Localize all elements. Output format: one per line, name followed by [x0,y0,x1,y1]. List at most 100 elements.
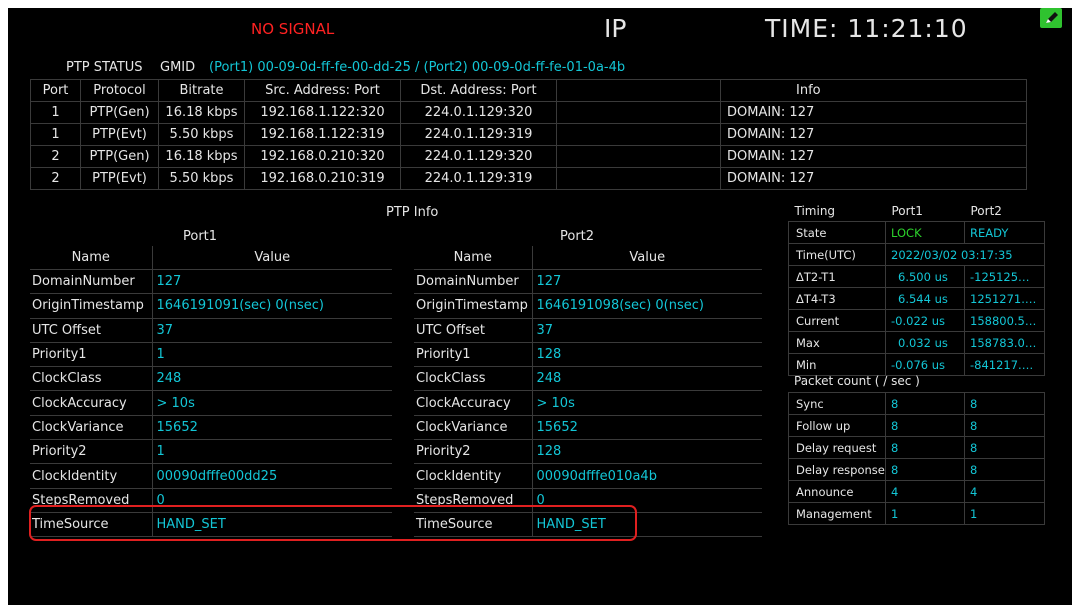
field-value: 15652 [532,415,762,441]
table-row: 2 PTP(Gen) 16.18 kbps 192.168.0.210:320 … [30,145,1027,168]
gmid-label: GMID [160,60,196,75]
field-value: > 10s [532,390,762,416]
table-row: DomainNumber 127 [414,269,762,295]
col-info: Info [720,79,1027,102]
cell-dst: 224.0.1.129:319 [400,123,557,146]
cell-bitrate: 5.50 kbps [158,167,245,190]
port1-label: Port1 [183,229,218,244]
packet-name: Follow up [788,414,886,437]
field-value: 127 [152,269,392,295]
port2-label: Port2 [560,229,595,244]
field-name: Priority1 [414,342,533,368]
table-row: DomainNumber 127 [30,269,392,295]
table-row: ClockClass 248 [414,366,762,392]
field-name: OriginTimestamp [414,293,533,319]
col-dst: Dst. Address: Port [400,79,557,102]
packet-port1: 8 [885,414,965,437]
timing-value-port2: 1251271.… [964,287,1045,310]
timing-name: Min [788,353,886,376]
table-row: ClockAccuracy > 10s [414,390,762,416]
table-row: Time(UTC) 2022/03/02 03:17:35 [788,243,1045,266]
cell-src: 192.168.0.210:319 [244,167,401,190]
field-value: 248 [532,366,762,392]
field-name: ClockAccuracy [414,390,533,416]
field-name: DomainNumber [30,269,153,295]
cell-blank [556,123,721,146]
table-header-row: Port Protocol Bitrate Src. Address: Port… [30,79,1027,102]
field-name: Priority2 [30,439,153,465]
monitor-screen: NO SIGNAL IP TIME: 11:21:10 PTP STATUS G… [8,8,1072,605]
timing-name: Current [788,309,886,332]
field-name: ClockIdentity [30,463,153,489]
timing-value-port2: 158783.0… [964,331,1045,354]
table-header-row: Timing Port1 Port2 [789,200,1045,222]
table-row: 1 PTP(Gen) 16.18 kbps 192.168.1.122:320 … [30,101,1027,124]
field-value: 00090dfffe010a4b [532,463,762,489]
table-row: ClockClass 248 [30,366,392,392]
timing-name: Time(UTC) [788,243,886,266]
timesource-highlight-box [29,505,637,541]
packet-name: Delay request [788,436,886,459]
table-row: Sync 8 8 [788,392,1045,415]
cell-info: DOMAIN: 127 [720,167,1027,190]
timing-state-port1: LOCK [885,221,965,244]
table-row: Delay response 8 8 [788,458,1045,481]
packet-name: Sync [788,392,886,415]
field-value: 1 [152,439,392,465]
signal-status: NO SIGNAL [251,20,335,38]
packet-name: Announce [788,480,886,503]
col-port: Port [30,79,81,102]
field-value: > 10s [152,390,392,416]
cell-port: 1 [30,123,81,146]
cell-protocol: PTP(Evt) [80,123,159,146]
value-header: Value [152,246,392,270]
field-name: ClockClass [414,366,533,392]
packet-count-title: Packet count ( / sec ) [794,374,920,388]
cell-protocol: PTP(Gen) [80,145,159,168]
table-row: Current -0.022 us 158800.5… [788,309,1045,332]
packet-port1: 8 [885,392,965,415]
field-value: 1646191098(sec) 0(nsec) [532,293,762,319]
field-name: DomainNumber [414,269,533,295]
cell-protocol: PTP(Gen) [80,101,159,124]
field-value: 37 [532,318,762,343]
cell-src: 192.168.0.210:320 [244,145,401,168]
cell-dst: 224.0.1.129:320 [400,101,557,124]
cell-dst: 224.0.1.129:320 [400,145,557,168]
packet-port2: 8 [964,392,1045,415]
timing-port1-header: Port1 [891,203,923,218]
value-header: Value [532,246,762,270]
field-value: 248 [152,366,392,392]
field-name: UTC Offset [30,318,153,343]
name-header: Name [414,246,533,270]
cell-bitrate: 16.18 kbps [158,145,245,168]
table-header-row: Name Value [30,246,392,270]
cell-dst: 224.0.1.129:319 [400,167,557,190]
field-value: 00090dfffe00dd25 [152,463,392,489]
packet-port2: 8 [964,436,1045,459]
cell-blank [556,145,721,168]
table-row: Min -0.076 us -841217.… [788,353,1045,376]
table-row: Delay request 8 8 [788,436,1045,459]
timing-value-port1: -0.076 us [885,353,965,376]
time-display: TIME: 11:21:10 [765,14,968,43]
cell-info: DOMAIN: 127 [720,145,1027,168]
timing-port2-header: Port2 [970,203,1002,218]
table-row: OriginTimestamp 1646191098(sec) 0(nsec) [414,293,762,319]
field-name: OriginTimestamp [30,293,153,319]
field-name: Priority1 [30,342,153,368]
table-row: Priority2 1 [30,439,392,465]
cell-info: DOMAIN: 127 [720,101,1027,124]
field-name: Priority2 [414,439,533,465]
timing-name: State [788,221,886,244]
timing-value-port2: -125125… [964,265,1045,288]
cell-info: DOMAIN: 127 [720,123,1027,146]
table-row: Announce 4 4 [788,480,1045,503]
gmid-value: (Port1) 00-09-0d-ff-fe-00-dd-25 / (Port2… [209,60,626,75]
packet-port2: 4 [964,480,1045,503]
field-value: 1646191091(sec) 0(nsec) [152,293,392,319]
table-row: ClockIdentity 00090dfffe010a4b [414,463,762,489]
edit-pencil-icon[interactable] [1040,8,1062,28]
packet-name: Management [788,502,886,525]
timing-name: ΔT4-T3 [788,287,886,310]
